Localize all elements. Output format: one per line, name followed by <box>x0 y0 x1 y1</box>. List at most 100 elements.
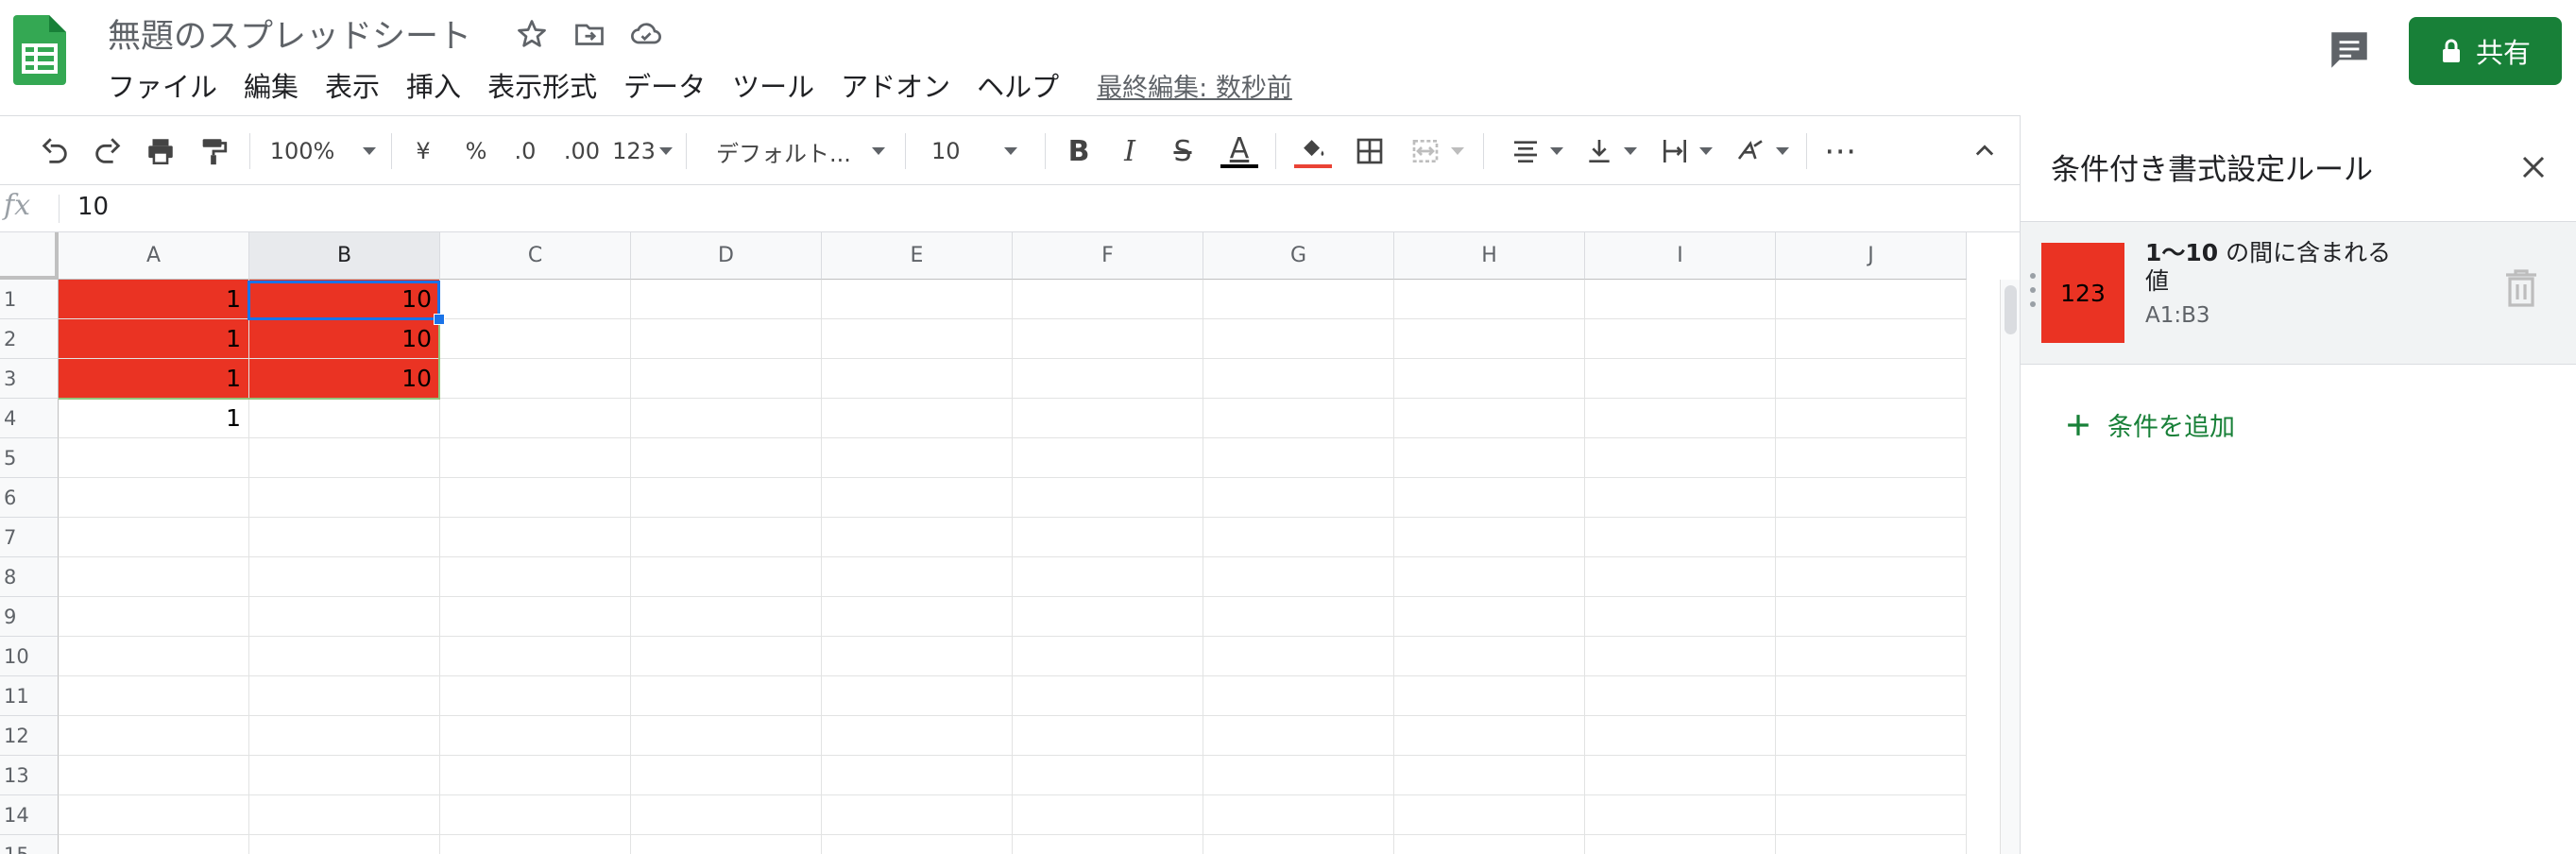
font-family-select[interactable]: デフォルト... <box>716 129 892 173</box>
cell-h3[interactable] <box>1394 359 1585 399</box>
column-header-a[interactable]: A <box>59 232 249 280</box>
cell-d14[interactable] <box>631 795 822 835</box>
cell-b6[interactable] <box>249 478 440 518</box>
select-all-corner[interactable] <box>0 232 59 280</box>
cell-j15[interactable] <box>1776 835 1967 854</box>
cell-c4[interactable] <box>440 399 631 438</box>
formula-input[interactable]: 10 <box>77 193 109 221</box>
cell-g15[interactable] <box>1203 835 1394 854</box>
cell-a12[interactable] <box>59 716 249 756</box>
menu-help[interactable]: ヘルプ <box>964 65 1072 105</box>
more-options-button[interactable]: ⋯ <box>1821 129 1859 173</box>
cell-i12[interactable] <box>1585 716 1776 756</box>
cell-d8[interactable] <box>631 557 822 597</box>
last-edit-link[interactable]: 最終編集: 数秒前 <box>1097 67 1292 104</box>
cell-g6[interactable] <box>1203 478 1394 518</box>
column-header-d[interactable]: D <box>631 232 822 280</box>
cell-h9[interactable] <box>1394 597 1585 637</box>
cell-h2[interactable] <box>1394 319 1585 359</box>
cell-f13[interactable] <box>1013 756 1203 795</box>
column-header-i[interactable]: I <box>1585 232 1776 280</box>
cell-h6[interactable] <box>1394 478 1585 518</box>
cell-e12[interactable] <box>822 716 1013 756</box>
increase-decimal-button[interactable]: .00 <box>557 129 606 173</box>
cell-c6[interactable] <box>440 478 631 518</box>
menu-tools[interactable]: ツール <box>719 65 827 105</box>
column-header-g[interactable]: G <box>1203 232 1394 280</box>
column-header-c[interactable]: C <box>440 232 631 280</box>
cell-g14[interactable] <box>1203 795 1394 835</box>
cell-d11[interactable] <box>631 676 822 716</box>
cell-j9[interactable] <box>1776 597 1967 637</box>
row-header-2[interactable]: 2 <box>0 319 59 359</box>
cell-j2[interactable] <box>1776 319 1967 359</box>
cell-b14[interactable] <box>249 795 440 835</box>
cell-e2[interactable] <box>822 319 1013 359</box>
cell-a9[interactable] <box>59 597 249 637</box>
cell-i9[interactable] <box>1585 597 1776 637</box>
cell-i6[interactable] <box>1585 478 1776 518</box>
cell-i14[interactable] <box>1585 795 1776 835</box>
cell-j6[interactable] <box>1776 478 1967 518</box>
cell-j12[interactable] <box>1776 716 1967 756</box>
cell-a4[interactable]: 1 <box>59 399 249 438</box>
cell-a15[interactable] <box>59 835 249 854</box>
borders-icon[interactable] <box>1349 129 1390 173</box>
column-header-f[interactable]: F <box>1013 232 1203 280</box>
cell-e3[interactable] <box>822 359 1013 399</box>
scrollbar-thumb[interactable] <box>2005 285 2017 334</box>
cloud-status-icon[interactable] <box>629 17 663 51</box>
cell-d12[interactable] <box>631 716 822 756</box>
strikethrough-button[interactable]: S <box>1164 129 1202 173</box>
cell-i11[interactable] <box>1585 676 1776 716</box>
cell-g7[interactable] <box>1203 518 1394 557</box>
cell-h5[interactable] <box>1394 438 1585 478</box>
number-format-select[interactable]: 123 <box>612 129 673 173</box>
menu-edit[interactable]: 編集 <box>230 65 312 105</box>
font-size-select[interactable]: 10 <box>931 129 1030 173</box>
cell-b11[interactable] <box>249 676 440 716</box>
row-header-3[interactable]: 3 <box>0 359 59 399</box>
row-header-13[interactable]: 13 <box>0 756 59 795</box>
cell-d1[interactable] <box>631 280 822 319</box>
cell-f2[interactable] <box>1013 319 1203 359</box>
menu-view[interactable]: 表示 <box>312 65 393 105</box>
cell-h4[interactable] <box>1394 399 1585 438</box>
cell-g10[interactable] <box>1203 637 1394 676</box>
bold-button[interactable]: B <box>1060 129 1098 173</box>
fill-color-icon[interactable] <box>1290 129 1336 173</box>
collapse-toolbar-icon[interactable] <box>1969 129 2001 173</box>
text-wrap-icon[interactable] <box>1655 129 1717 173</box>
doc-title[interactable]: 無題のスプレッドシート <box>108 9 471 58</box>
cell-b1[interactable]: 10 <box>249 280 440 319</box>
cell-c5[interactable] <box>440 438 631 478</box>
row-header-10[interactable]: 10 <box>0 637 59 676</box>
rule-card[interactable]: 123 1〜10 の間に含まれる値 A1:B3 <box>2021 221 2576 365</box>
cell-b12[interactable] <box>249 716 440 756</box>
cell-f11[interactable] <box>1013 676 1203 716</box>
cell-a3[interactable]: 1 <box>59 359 249 399</box>
add-rule-button[interactable]: 条件を追加 <box>2066 406 2235 443</box>
cell-i2[interactable] <box>1585 319 1776 359</box>
cell-c3[interactable] <box>440 359 631 399</box>
cell-c9[interactable] <box>440 597 631 637</box>
row-header-14[interactable]: 14 <box>0 795 59 835</box>
cell-g13[interactable] <box>1203 756 1394 795</box>
cell-j8[interactable] <box>1776 557 1967 597</box>
cell-j5[interactable] <box>1776 438 1967 478</box>
merge-cells-icon[interactable] <box>1404 129 1470 173</box>
cell-d7[interactable] <box>631 518 822 557</box>
cell-c14[interactable] <box>440 795 631 835</box>
cell-e11[interactable] <box>822 676 1013 716</box>
cell-i4[interactable] <box>1585 399 1776 438</box>
menu-insert[interactable]: 挿入 <box>393 65 474 105</box>
row-header-5[interactable]: 5 <box>0 438 59 478</box>
vertical-scrollbar[interactable] <box>2000 280 2020 854</box>
redo-icon[interactable] <box>87 129 128 173</box>
row-header-7[interactable]: 7 <box>0 518 59 557</box>
undo-icon[interactable] <box>34 129 76 173</box>
cell-b8[interactable] <box>249 557 440 597</box>
star-icon[interactable] <box>515 17 549 51</box>
cell-c11[interactable] <box>440 676 631 716</box>
cell-g8[interactable] <box>1203 557 1394 597</box>
